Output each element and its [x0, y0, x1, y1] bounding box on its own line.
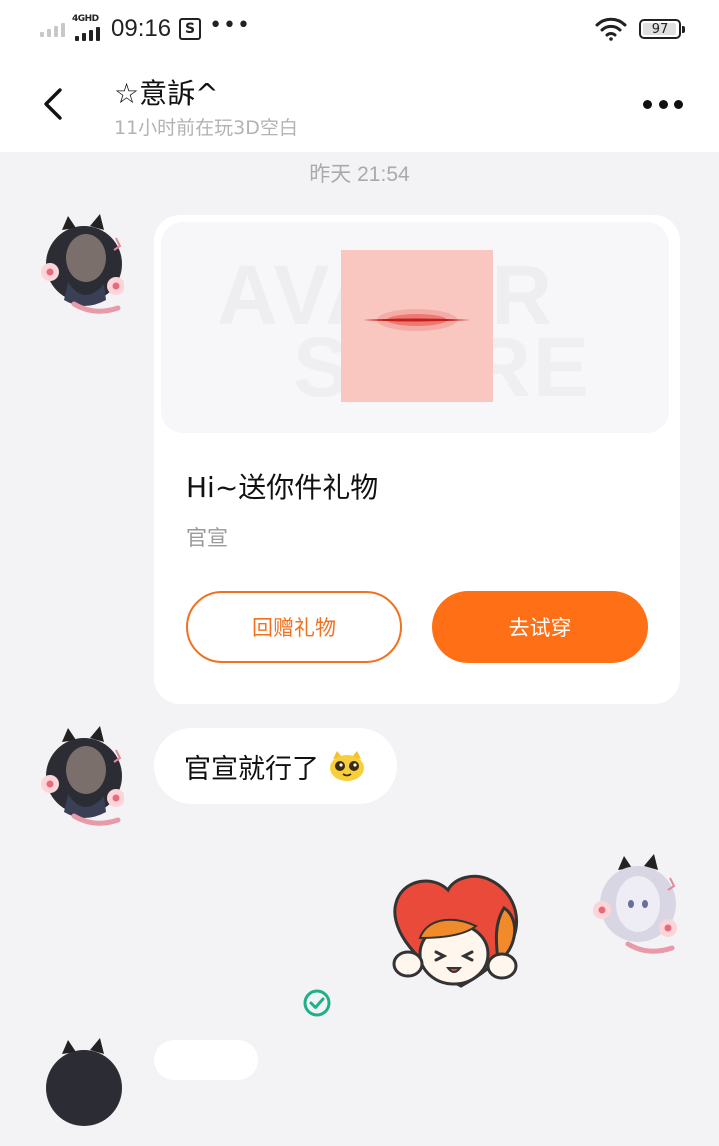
wifi-icon — [595, 17, 627, 41]
status-bar-right: 97 — [595, 14, 685, 44]
s-app-icon: S — [179, 18, 202, 40]
signal-icon — [75, 25, 100, 41]
back-arrow-icon[interactable] — [38, 84, 72, 124]
chat-header: ☆意訴^ 11小时前在玩3D空白 — [0, 58, 719, 152]
contact-avatar[interactable] — [34, 212, 124, 322]
signal-icon-weak — [40, 21, 65, 37]
battery-level: 97 — [651, 21, 669, 37]
my-avatar[interactable] — [588, 852, 678, 962]
more-dots-icon: ••• — [209, 12, 251, 38]
gift-card[interactable]: AVATAR STORE Hi~送你件礼物 官宣 回赠礼物 去试穿 — [154, 215, 680, 704]
cat-emoji-icon — [330, 751, 364, 781]
read-check-icon — [303, 989, 331, 1017]
network-label: 4GHD — [72, 14, 99, 24]
status-time: 09:16 — [111, 15, 172, 42]
status-bar-left: 4GHD 09:16 S ••• — [40, 12, 251, 44]
gift-title: Hi~送你件礼物 — [186, 471, 379, 504]
try-on-button[interactable]: 去试穿 — [432, 591, 648, 663]
status-bar: 4GHD 09:16 S ••• 97 — [0, 0, 719, 58]
network-indicator: 4GHD — [72, 14, 103, 43]
contact-status: 11小时前在玩3D空白 — [114, 117, 298, 139]
contact-avatar[interactable] — [34, 724, 124, 834]
message-text: 官宣就行了 — [184, 753, 319, 785]
battery-icon: 97 — [639, 19, 685, 39]
gift-preview-image: AVATAR STORE — [161, 222, 669, 433]
contact-name: ☆意訴^ — [114, 77, 219, 110]
lips-icon — [363, 309, 471, 331]
message-bubble-partial[interactable] — [154, 1040, 258, 1080]
return-gift-button[interactable]: 回赠礼物 — [186, 591, 402, 663]
more-options-icon[interactable] — [643, 90, 683, 118]
contact-avatar[interactable] — [34, 1036, 124, 1146]
sticker-message[interactable] — [386, 868, 536, 998]
message-timestamp: 昨天 21:54 — [309, 163, 410, 186]
message-bubble[interactable]: 官宣就行了 — [154, 728, 397, 804]
gift-subtitle: 官宣 — [186, 526, 228, 550]
lip-item-thumbnail — [341, 250, 493, 402]
